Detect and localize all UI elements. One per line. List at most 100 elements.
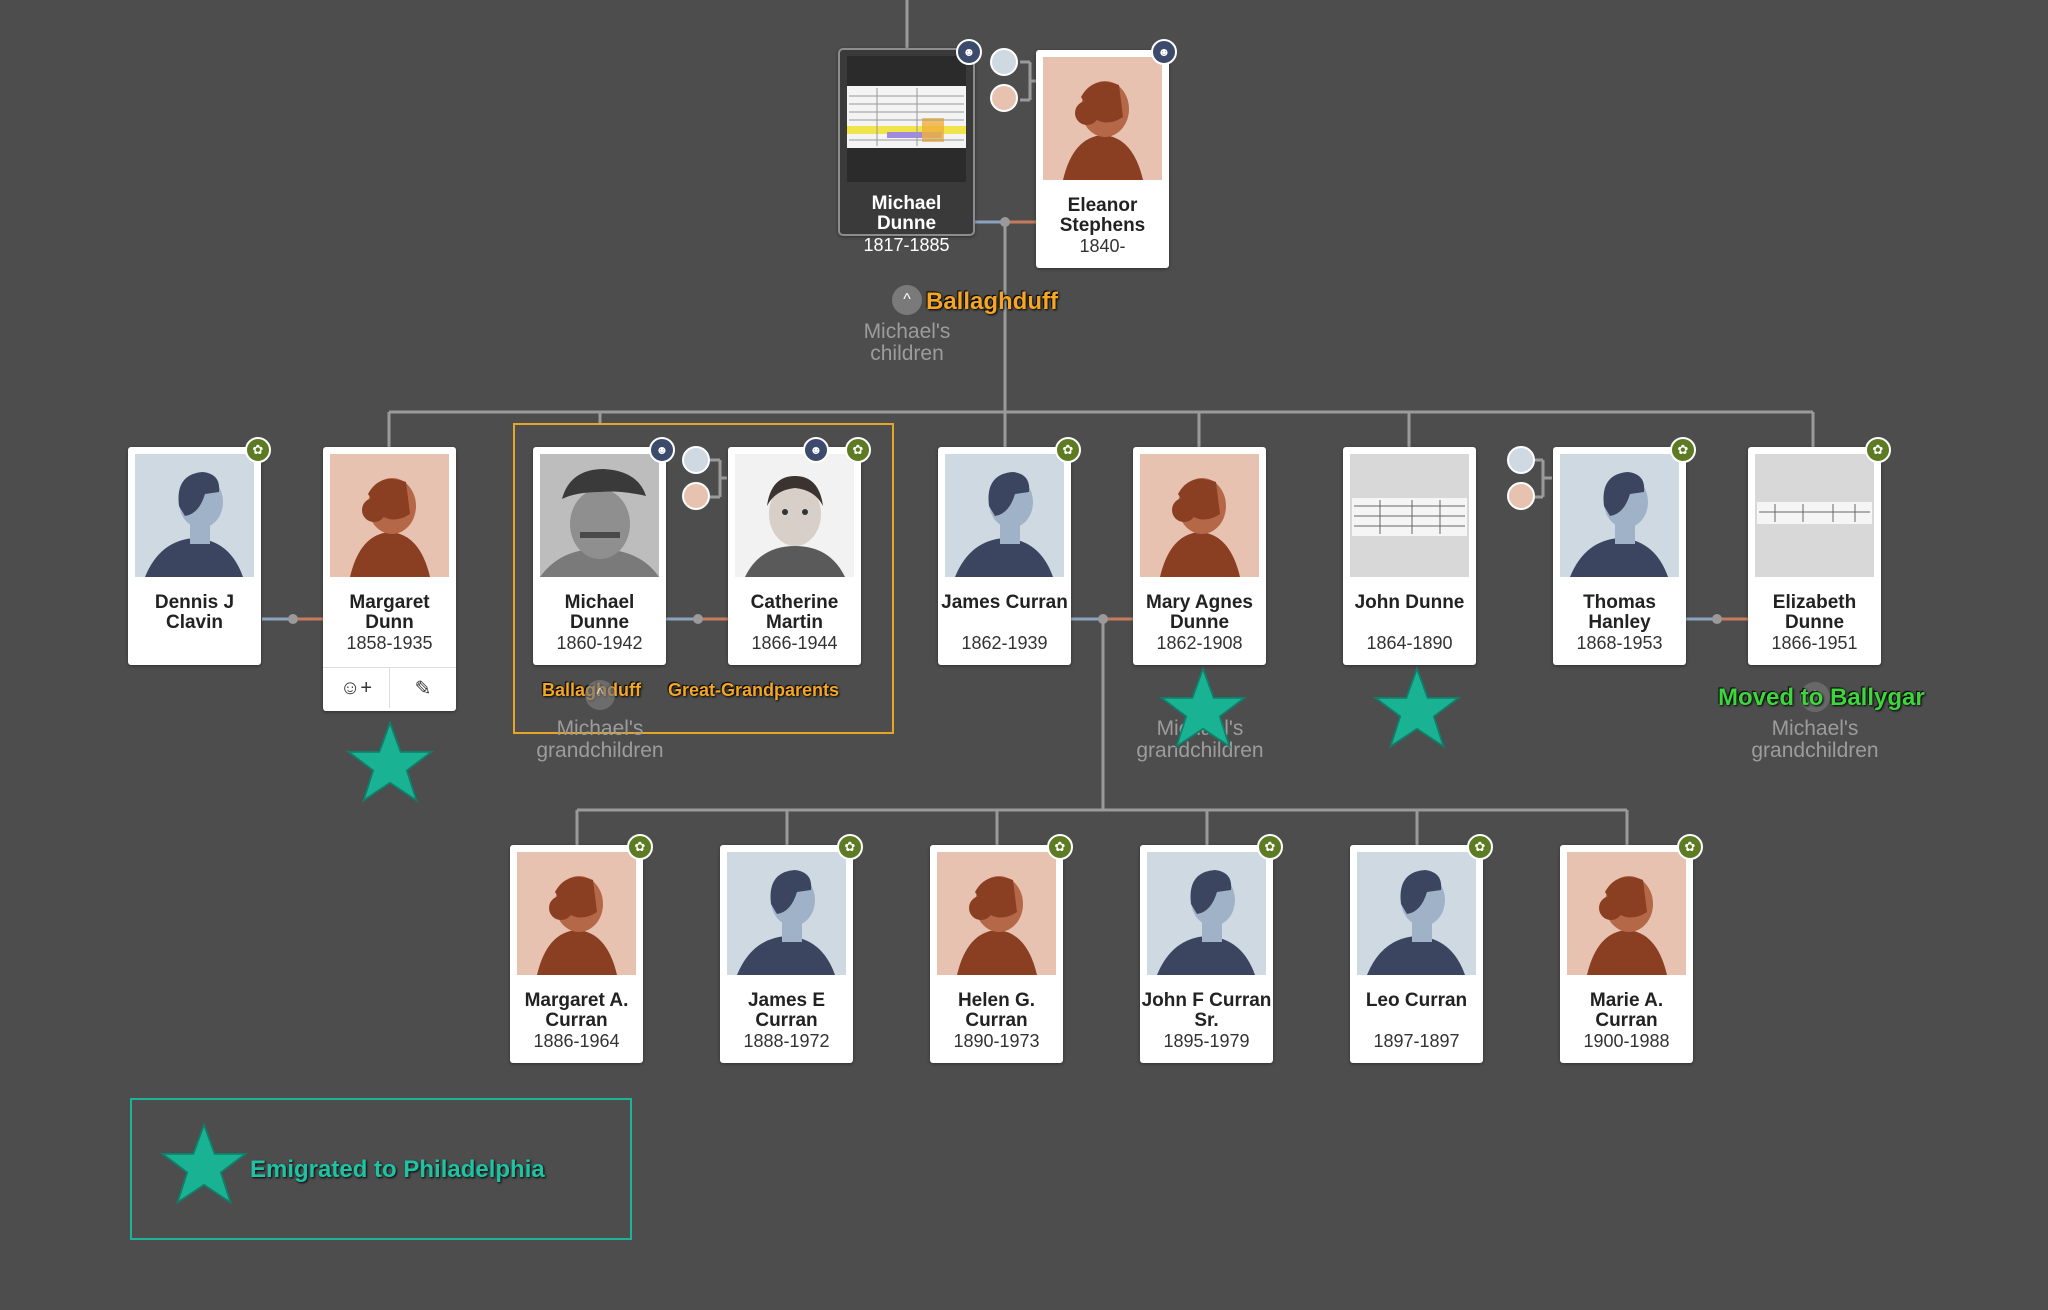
- person-name: Thomas Hanley: [1583, 592, 1656, 633]
- record-image: [1755, 454, 1874, 577]
- person-name: Elizabeth Dunne: [1772, 592, 1857, 633]
- family-group-icon[interactable]: ☻: [956, 39, 982, 65]
- person-card-margaret-a-curran[interactable]: Margaret A. Curran 1886-1964: [510, 845, 643, 1063]
- star-icon: [159, 1122, 249, 1205]
- star-icon: [345, 720, 435, 803]
- male-silhouette-icon: [727, 852, 846, 975]
- person-card-mary-agnes-dunne[interactable]: Mary Agnes Dunne 1862-1908: [1133, 447, 1266, 665]
- leaf-hint-icon[interactable]: ✿: [1670, 437, 1696, 463]
- person-dates: 1864-1890: [1366, 633, 1453, 653]
- person-dates: 1858-1935: [346, 633, 433, 653]
- parents-indicator[interactable]: [990, 48, 1020, 116]
- person-dates: 1862-1939: [961, 633, 1048, 653]
- legend-box: Emigrated to Philadelphia: [130, 1098, 632, 1240]
- leaf-hint-icon[interactable]: ✿: [1865, 437, 1891, 463]
- person-dates: 1860-1942: [556, 633, 643, 653]
- chevron-up-icon[interactable]: ^: [892, 285, 922, 315]
- star-icon: [1158, 666, 1248, 749]
- family-group-icon[interactable]: ☻: [1151, 39, 1177, 65]
- record-image: [847, 56, 966, 182]
- group-label-michaels-children[interactable]: Michael's children: [837, 321, 977, 365]
- father-avatar-icon: [682, 446, 710, 474]
- person-card-thomas-hanley[interactable]: Thomas Hanley 1868-1953: [1553, 447, 1686, 665]
- leaf-hint-icon[interactable]: ✿: [1055, 437, 1081, 463]
- female-silhouette-icon: [330, 454, 449, 577]
- mother-avatar-icon: [1507, 482, 1535, 510]
- person-dates: 1866-1951: [1771, 633, 1858, 653]
- person-card-helen-g-curran[interactable]: Helen G. Curran 1890-1973: [930, 845, 1063, 1063]
- person-dates: 1840-: [1079, 236, 1126, 256]
- person-card-marie-a-curran[interactable]: Marie A. Curran 1900-1988: [1560, 845, 1693, 1063]
- person-dates: 1888-1972: [743, 1031, 830, 1051]
- father-avatar-icon: [990, 48, 1018, 76]
- leaf-hint-icon[interactable]: ✿: [1257, 834, 1283, 860]
- person-name: Margaret A. Curran: [524, 990, 629, 1031]
- person-card-michael-dunne-1860[interactable]: Michael Dunne 1860-1942: [533, 447, 666, 665]
- leaf-hint-icon[interactable]: ✿: [1677, 834, 1703, 860]
- mother-avatar-icon: [682, 482, 710, 510]
- leaf-hint-icon[interactable]: ✿: [845, 437, 871, 463]
- father-avatar-icon: [1507, 446, 1535, 474]
- male-silhouette-icon: [1147, 852, 1266, 975]
- person-name: Catherine Martin: [750, 592, 839, 633]
- person-name: Mary Agnes Dunne: [1146, 592, 1253, 633]
- annotation-ballaghduff: Ballaghduff: [926, 288, 1058, 315]
- leaf-hint-icon[interactable]: ✿: [837, 834, 863, 860]
- person-card-michael-dunne-1817[interactable]: Michael Dunne 1817-1885: [838, 48, 975, 255]
- leaf-hint-icon[interactable]: ✿: [1047, 834, 1073, 860]
- person-dates: 1866-1944: [751, 633, 838, 653]
- female-silhouette-icon: [1140, 454, 1259, 577]
- family-group-icon[interactable]: ☻: [803, 437, 829, 463]
- pencil-icon[interactable]: ✎: [389, 668, 456, 708]
- leaf-hint-icon[interactable]: ✿: [1467, 834, 1493, 860]
- chevron-up-icon[interactable]: ^: [585, 680, 615, 710]
- family-tree-canvas[interactable]: Michael Dunne 1817-1885 ☻ Eleanor Stephe…: [0, 0, 2048, 1310]
- person-name: Marie A. Curran: [1589, 990, 1664, 1031]
- person-dates: 1897-1897: [1373, 1031, 1460, 1051]
- leaf-hint-icon[interactable]: ✿: [627, 834, 653, 860]
- leaf-hint-icon[interactable]: ✿: [245, 437, 271, 463]
- person-card-leo-curran[interactable]: Leo Curran 1897-1897: [1350, 845, 1483, 1063]
- person-card-james-e-curran[interactable]: James E Curran 1888-1972: [720, 845, 853, 1063]
- person-name: James E Curran: [747, 990, 826, 1031]
- add-person-icon[interactable]: ☺+: [323, 668, 389, 708]
- female-silhouette-icon: [937, 852, 1056, 975]
- card-actions: ☺+ ✎: [323, 667, 456, 708]
- person-card-elizabeth-dunne[interactable]: Elizabeth Dunne 1866-1951: [1748, 447, 1881, 665]
- male-silhouette-icon: [945, 454, 1064, 577]
- person-card-james-curran[interactable]: James Curran 1862-1939: [938, 447, 1071, 665]
- male-silhouette-icon: [135, 454, 254, 577]
- female-silhouette-icon: [1567, 852, 1686, 975]
- person-name: Margaret Dunn: [349, 592, 430, 633]
- person-dates: 1900-1988: [1583, 1031, 1670, 1051]
- person-name: Michael Dunne: [564, 592, 635, 633]
- group-label-grandchildren[interactable]: Michael's grandchildren: [1735, 718, 1895, 762]
- star-icon: [1372, 666, 1462, 749]
- person-card-john-f-curran[interactable]: John F Curran Sr. 1895-1979: [1140, 845, 1273, 1063]
- person-name: Leo Curran: [1365, 990, 1468, 1011]
- person-card-margaret-dunn[interactable]: Margaret Dunn 1858-1935 ☺+ ✎: [323, 447, 456, 711]
- person-name: Eleanor Stephens: [1059, 195, 1146, 236]
- female-silhouette-icon: [517, 852, 636, 975]
- person-dates: 1895-1979: [1163, 1031, 1250, 1051]
- parents-indicator[interactable]: [1507, 446, 1537, 514]
- male-silhouette-icon: [1357, 852, 1476, 975]
- parents-indicator[interactable]: [682, 446, 712, 514]
- person-name: John Dunne: [1354, 592, 1465, 613]
- record-image: [1350, 454, 1469, 577]
- male-silhouette-icon: [1560, 454, 1679, 577]
- person-card-dennis-clavin[interactable]: Dennis J Clavin: [128, 447, 261, 665]
- person-card-catherine-martin[interactable]: Catherine Martin 1866-1944: [728, 447, 861, 665]
- person-dates: 1862-1908: [1156, 633, 1243, 653]
- family-group-icon[interactable]: ☻: [649, 437, 675, 463]
- person-dates: 1886-1964: [533, 1031, 620, 1051]
- group-label-grandchildren[interactable]: Michael's grandchildren: [520, 718, 680, 762]
- person-photo: [540, 454, 659, 577]
- person-name: James Curran: [941, 592, 1068, 613]
- person-dates: 1868-1953: [1576, 633, 1663, 653]
- person-card-john-dunne[interactable]: John Dunne 1864-1890: [1343, 447, 1476, 665]
- annotation-moved-to-ballygar: Moved to Ballygar: [1718, 684, 1925, 711]
- person-card-eleanor-stephens[interactable]: Eleanor Stephens 1840-: [1036, 50, 1169, 268]
- annotation-great-grandparents: Great-Grandparents: [668, 680, 840, 700]
- person-name: Michael Dunne: [871, 193, 942, 234]
